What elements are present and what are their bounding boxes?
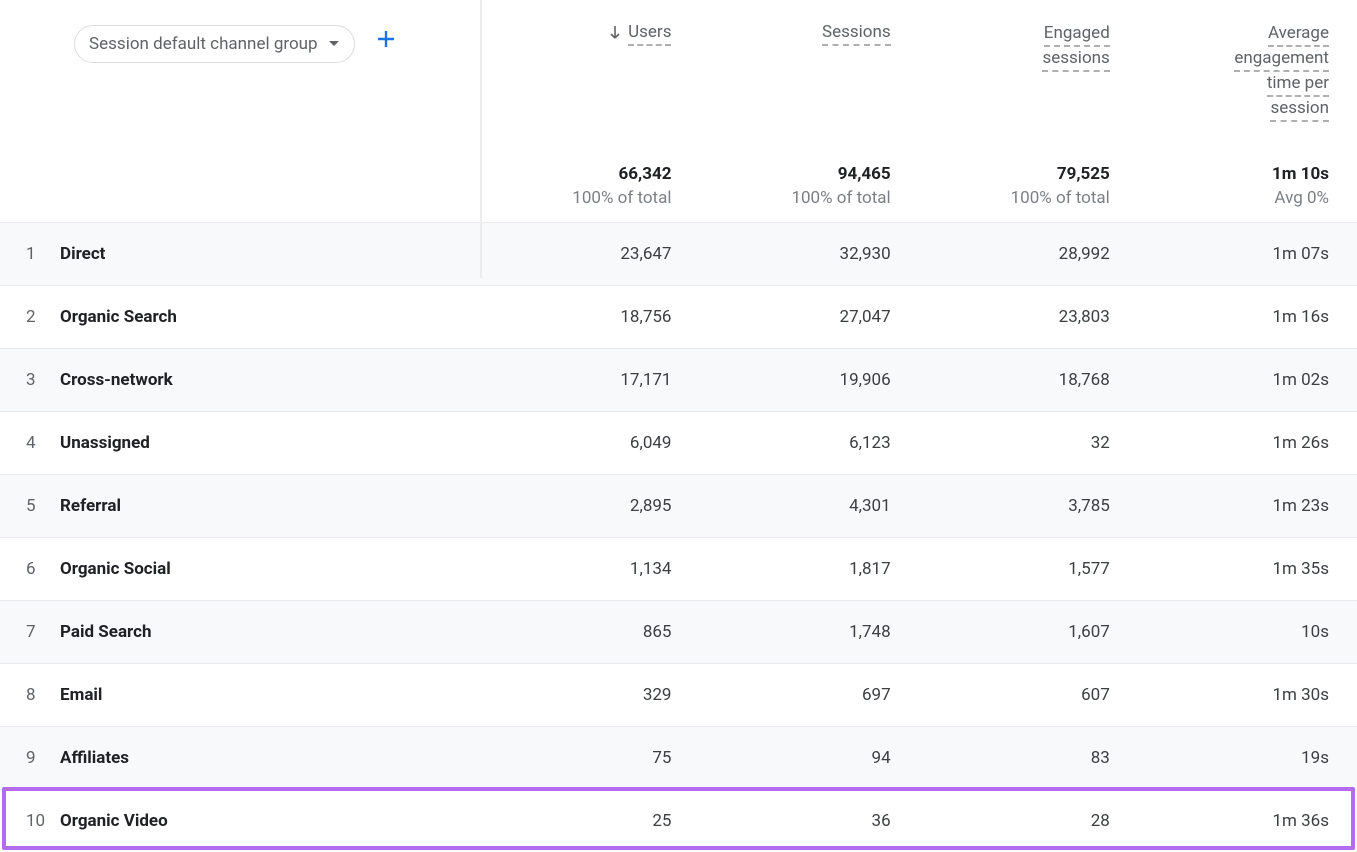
row-sessions: 32,930 <box>699 222 918 285</box>
row-avg-eng: 1m 36s <box>1138 789 1357 852</box>
row-index: 8 <box>0 663 60 726</box>
row-index: 5 <box>0 474 60 537</box>
row-dimension[interactable]: Cross-network <box>60 348 480 411</box>
row-users: 75 <box>480 726 699 789</box>
row-engaged: 28,992 <box>919 222 1138 285</box>
row-engaged: 607 <box>919 663 1138 726</box>
row-dimension[interactable]: Organic Search <box>60 285 480 348</box>
row-index: 10 <box>0 789 60 852</box>
row-sessions: 6,123 <box>699 411 918 474</box>
row-engaged: 18,768 <box>919 348 1138 411</box>
row-avg-eng: 10s <box>1138 600 1357 663</box>
table-row[interactable]: 6Organic Social1,1341,8171,5771m 35s <box>0 537 1357 600</box>
dimension-selector-label: Session default channel group <box>89 34 318 54</box>
row-index: 7 <box>0 600 60 663</box>
col-avg-eng-header[interactable]: Average engagement time per session <box>1138 0 1357 122</box>
col-avg-eng-label: Average engagement time per session <box>1234 22 1329 122</box>
col-sessions-label: Sessions <box>822 22 891 46</box>
analytics-table: Session default channel group Users <box>0 0 1357 852</box>
row-users: 23,647 <box>480 222 699 285</box>
row-sessions: 94 <box>699 726 918 789</box>
row-dimension[interactable]: Paid Search <box>60 600 480 663</box>
row-sessions: 19,906 <box>699 348 918 411</box>
row-avg-eng: 1m 02s <box>1138 348 1357 411</box>
row-users: 2,895 <box>480 474 699 537</box>
row-users: 25 <box>480 789 699 852</box>
row-users: 329 <box>480 663 699 726</box>
row-index: 3 <box>0 348 60 411</box>
row-sessions: 4,301 <box>699 474 918 537</box>
row-engaged: 32 <box>919 411 1138 474</box>
totals-row: 66,342 100% of total 94,465 100% of tota… <box>0 122 1357 223</box>
row-sessions: 36 <box>699 789 918 852</box>
row-index: 4 <box>0 411 60 474</box>
row-sessions: 697 <box>699 663 918 726</box>
table-row[interactable]: 3Cross-network17,17119,90618,7681m 02s <box>0 348 1357 411</box>
row-engaged: 28 <box>919 789 1138 852</box>
row-dimension[interactable]: Referral <box>60 474 480 537</box>
table-row[interactable]: 7Paid Search8651,7481,60710s <box>0 600 1357 663</box>
col-users-label: Users <box>628 22 671 46</box>
row-avg-eng: 1m 16s <box>1138 285 1357 348</box>
row-dimension[interactable]: Email <box>60 663 480 726</box>
table-row[interactable]: 4Unassigned6,0496,123321m 26s <box>0 411 1357 474</box>
col-engaged-label: Engaged sessions <box>1042 22 1109 72</box>
table-row[interactable]: 1Direct23,64732,93028,9921m 07s <box>0 222 1357 285</box>
row-users: 865 <box>480 600 699 663</box>
row-avg-eng: 1m 30s <box>1138 663 1357 726</box>
col-sessions-header[interactable]: Sessions <box>699 0 918 122</box>
col-dimension-header: Session default channel group <box>60 0 480 122</box>
col-engaged-header[interactable]: Engaged sessions <box>919 0 1138 122</box>
row-users: 18,756 <box>480 285 699 348</box>
row-engaged: 23,803 <box>919 285 1138 348</box>
row-dimension[interactable]: Unassigned <box>60 411 480 474</box>
row-avg-eng: 19s <box>1138 726 1357 789</box>
total-sessions: 94,465 100% of total <box>699 122 918 223</box>
row-users: 17,171 <box>480 348 699 411</box>
row-index: 2 <box>0 285 60 348</box>
row-index: 1 <box>0 222 60 285</box>
table-row[interactable]: 9Affiliates75948319s <box>0 726 1357 789</box>
row-users: 1,134 <box>480 537 699 600</box>
add-dimension-button[interactable] <box>369 22 403 56</box>
total-avg-eng: 1m 10s Avg 0% <box>1138 122 1357 223</box>
row-avg-eng: 1m 23s <box>1138 474 1357 537</box>
row-users: 6,049 <box>480 411 699 474</box>
row-index: 6 <box>0 537 60 600</box>
row-sessions: 27,047 <box>699 285 918 348</box>
row-avg-eng: 1m 26s <box>1138 411 1357 474</box>
row-dimension[interactable]: Organic Video <box>60 789 480 852</box>
row-engaged: 1,577 <box>919 537 1138 600</box>
row-engaged: 1,607 <box>919 600 1138 663</box>
dimension-selector[interactable]: Session default channel group <box>74 25 355 63</box>
row-avg-eng: 1m 35s <box>1138 537 1357 600</box>
total-users: 66,342 100% of total <box>480 122 699 223</box>
row-dimension[interactable]: Affiliates <box>60 726 480 789</box>
sort-desc-icon <box>608 22 622 39</box>
row-engaged: 3,785 <box>919 474 1138 537</box>
row-index: 9 <box>0 726 60 789</box>
row-avg-eng: 1m 07s <box>1138 222 1357 285</box>
row-dimension[interactable]: Organic Social <box>60 537 480 600</box>
total-engaged: 79,525 100% of total <box>919 122 1138 223</box>
col-users-header[interactable]: Users <box>480 0 699 122</box>
caret-down-icon <box>328 40 340 48</box>
table-row[interactable]: 8Email3296976071m 30s <box>0 663 1357 726</box>
table-row[interactable]: 5Referral2,8954,3013,7851m 23s <box>0 474 1357 537</box>
row-engaged: 83 <box>919 726 1138 789</box>
table-row[interactable]: 10Organic Video2536281m 36s <box>0 789 1357 852</box>
table-row[interactable]: 2Organic Search18,75627,04723,8031m 16s <box>0 285 1357 348</box>
row-dimension[interactable]: Direct <box>60 222 480 285</box>
col-index-header <box>0 0 60 122</box>
row-sessions: 1,748 <box>699 600 918 663</box>
row-sessions: 1,817 <box>699 537 918 600</box>
